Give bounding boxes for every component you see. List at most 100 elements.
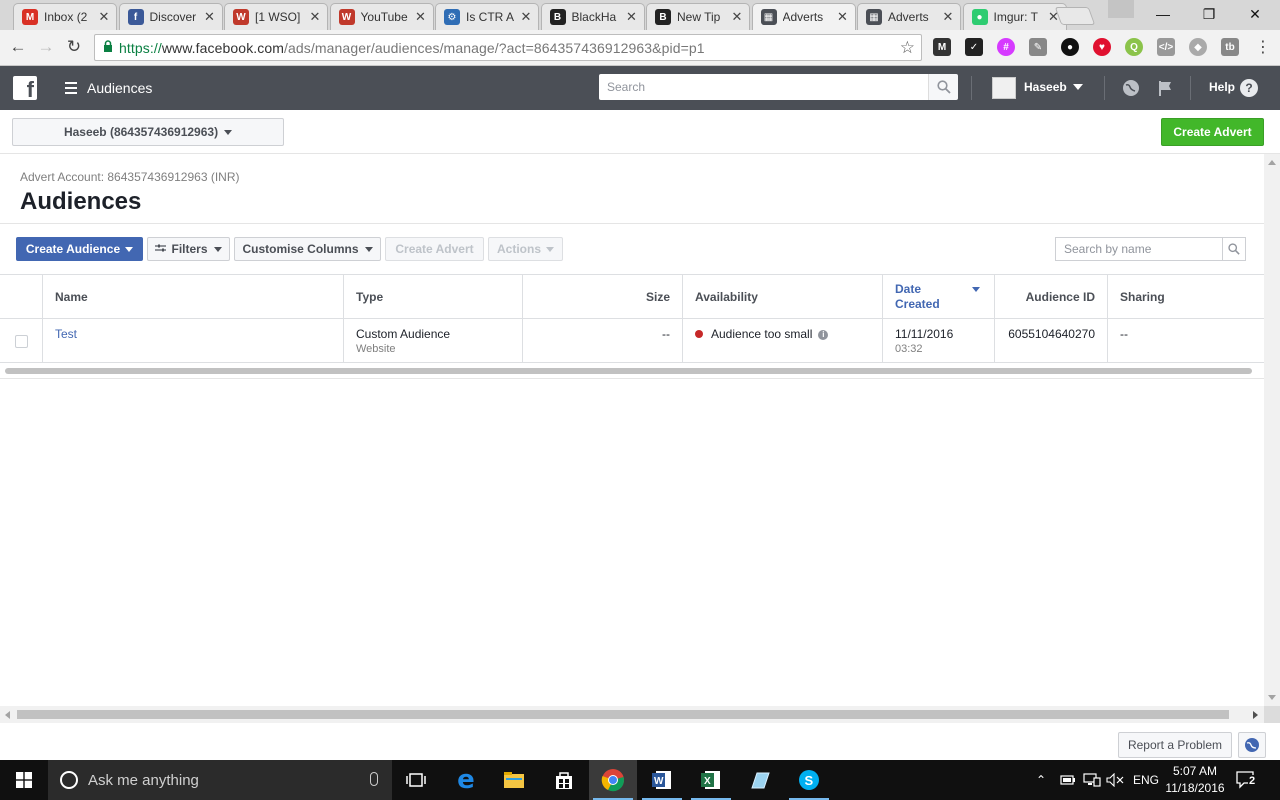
language-indicator[interactable]: ENG <box>1133 760 1159 800</box>
search-icon[interactable] <box>1222 237 1246 261</box>
create-advert-toolbar-button[interactable]: Create Advert <box>385 237 484 261</box>
create-audience-button[interactable]: Create Audience <box>16 237 143 261</box>
info-icon[interactable]: i <box>818 330 829 340</box>
extension-m-icon[interactable]: M <box>933 38 951 56</box>
skype-icon[interactable]: S <box>785 760 833 800</box>
taskbar-clock[interactable]: 5:07 AM 11/18/2016 <box>1164 763 1226 797</box>
column-header-name[interactable]: Name <box>43 275 344 318</box>
scroll-up-icon[interactable] <box>1268 160 1276 165</box>
browser-tab[interactable]: W [1 WSO] ✕ <box>224 3 328 30</box>
extension-hash-icon[interactable]: # <box>997 38 1015 56</box>
action-center-icon[interactable]: 2 <box>1236 770 1258 790</box>
customise-columns-button[interactable]: Customise Columns <box>234 237 381 261</box>
browser-tab[interactable]: ▦ Adverts ✕ <box>857 3 961 30</box>
chrome-menu-icon[interactable]: ⋮ <box>1252 36 1274 58</box>
column-header-size[interactable]: Size <box>523 275 683 318</box>
facebook-logo-icon[interactable]: f <box>13 76 37 100</box>
extension-tb-icon[interactable]: tb <box>1221 38 1239 56</box>
tab-close-icon[interactable]: ✕ <box>204 9 216 25</box>
browser-tab[interactable]: ▦ Adverts ✕ <box>751 3 856 30</box>
scroll-left-icon[interactable] <box>5 711 10 719</box>
task-view-icon[interactable] <box>392 760 440 800</box>
globe-icon[interactable] <box>1121 78 1141 98</box>
windows-start-icon[interactable] <box>0 760 48 800</box>
table-scroll-thumb[interactable] <box>5 368 1252 374</box>
volume-muted-icon[interactable] <box>1106 760 1124 800</box>
browser-tab[interactable]: B New Tip ✕ <box>646 3 750 30</box>
account-selector[interactable]: Haseeb (864357436912963) <box>12 118 284 146</box>
extension-q-icon[interactable]: Q <box>1125 38 1143 56</box>
actions-button[interactable]: Actions <box>488 237 563 261</box>
tab-close-icon[interactable]: ✕ <box>98 9 110 25</box>
window-close-icon[interactable]: ✕ <box>1232 0 1278 28</box>
bookmark-star-icon[interactable]: ☆ <box>900 38 915 58</box>
battery-icon[interactable] <box>1060 760 1076 800</box>
word-icon[interactable]: W <box>638 760 686 800</box>
new-tab-button[interactable] <box>1054 7 1096 25</box>
column-header-sharing[interactable]: Sharing <box>1108 275 1264 318</box>
page-scroll-thumb[interactable] <box>17 710 1229 719</box>
facebook-search-input[interactable] <box>599 74 929 100</box>
language-globe-icon[interactable] <box>1238 732 1266 758</box>
browser-tab[interactable]: ⚙ Is CTR A ✕ <box>435 3 539 30</box>
browser-tab[interactable]: M Inbox (2 ✕ <box>13 3 117 30</box>
avatar[interactable] <box>992 77 1016 99</box>
scroll-down-icon[interactable] <box>1268 695 1276 700</box>
help-question-icon[interactable]: ? <box>1240 79 1258 97</box>
browser-tab[interactable]: ● Imgur: T ✕ <box>962 3 1067 30</box>
browser-tab[interactable]: B BlackHa ✕ <box>540 3 645 30</box>
tab-close-icon[interactable]: ✕ <box>942 9 954 25</box>
extension-code-icon[interactable]: </> <box>1157 38 1175 56</box>
table-horizontal-scrollbar[interactable] <box>0 363 1264 379</box>
tab-close-icon[interactable]: ✕ <box>415 9 427 25</box>
tab-close-icon[interactable]: ✕ <box>837 9 849 25</box>
extension-check-icon[interactable]: ✓ <box>965 38 983 56</box>
audience-name-link[interactable]: Test <box>55 327 77 341</box>
column-header-type[interactable]: Type <box>344 275 523 318</box>
hamburger-menu-icon[interactable] <box>65 82 77 94</box>
row-checkbox[interactable] <box>15 335 28 348</box>
extension-heart-icon[interactable]: ♥ <box>1093 38 1111 56</box>
user-menu[interactable]: Haseeb <box>1024 80 1083 94</box>
page-horizontal-scrollbar[interactable] <box>0 706 1264 723</box>
restore-icon[interactable]: ❐ <box>1186 0 1232 28</box>
column-header-availability[interactable]: Availability <box>683 275 883 318</box>
page-vertical-scrollbar[interactable] <box>1264 154 1280 706</box>
search-by-name-input[interactable] <box>1055 237 1222 261</box>
edge-browser-icon[interactable]: e <box>442 760 490 800</box>
browser-profile-icon[interactable] <box>1108 0 1134 18</box>
filters-button[interactable]: Filters <box>147 237 230 261</box>
notepad-app-icon[interactable] <box>736 760 784 800</box>
section-title[interactable]: Audiences <box>87 80 152 96</box>
search-icon[interactable] <box>928 74 958 100</box>
report-problem-button[interactable]: Report a Problem <box>1118 732 1232 758</box>
table-row[interactable]: Test Custom Audience Website -- Audience… <box>0 319 1264 363</box>
chrome-icon[interactable] <box>589 760 637 800</box>
help-link[interactable]: Help <box>1209 80 1235 94</box>
flag-icon[interactable] <box>1155 78 1175 98</box>
show-hidden-icons-chevron-icon[interactable]: ⌃ <box>1036 760 1046 800</box>
forward-arrow-icon[interactable]: → <box>35 36 57 58</box>
excel-icon[interactable]: X <box>687 760 735 800</box>
tab-close-icon[interactable]: ✕ <box>731 9 743 25</box>
browser-tab[interactable]: f Discover ✕ <box>118 3 223 30</box>
address-bar[interactable]: https://www.facebook.com/ads/manager/aud… <box>94 34 922 61</box>
column-header-date-created[interactable]: Date Created <box>883 275 995 318</box>
cortana-search-box[interactable]: Ask me anything <box>48 760 392 800</box>
extension-puzzle-icon[interactable]: ◆ <box>1189 38 1207 56</box>
file-explorer-icon[interactable] <box>490 760 538 800</box>
tab-close-icon[interactable]: ✕ <box>626 9 638 25</box>
column-header-audience-id[interactable]: Audience ID <box>995 275 1108 318</box>
store-icon[interactable] <box>540 760 588 800</box>
scroll-right-icon[interactable] <box>1253 711 1258 719</box>
extension-brush-icon[interactable]: ✎ <box>1029 38 1047 56</box>
tab-close-icon[interactable]: ✕ <box>309 9 321 25</box>
reload-icon[interactable]: ↻ <box>63 36 85 58</box>
network-icon[interactable] <box>1083 760 1101 800</box>
minimize-icon[interactable]: — <box>1140 0 1186 28</box>
tab-close-icon[interactable]: ✕ <box>520 9 532 25</box>
microphone-icon[interactable] <box>370 772 378 786</box>
browser-tab[interactable]: W YouTube ✕ <box>329 3 434 30</box>
create-advert-button[interactable]: Create Advert <box>1161 118 1264 146</box>
back-arrow-icon[interactable]: ← <box>7 36 29 58</box>
